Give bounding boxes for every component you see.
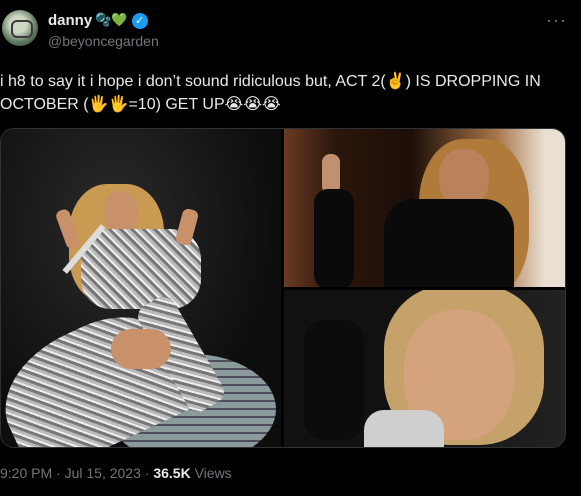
- user-avatar[interactable]: [2, 10, 38, 46]
- more-horizontal-icon[interactable]: ···: [546, 10, 567, 31]
- views-count: 36.5K: [153, 465, 191, 481]
- display-name[interactable]: danny: [48, 12, 92, 29]
- meta-separator: ·: [56, 465, 61, 481]
- peace-sign-black-outfit-photo[interactable]: [284, 129, 565, 287]
- meta-separator: ·: [144, 465, 150, 481]
- verified-badge-icon: ✓: [131, 12, 148, 29]
- peace-sign-selfie-photo[interactable]: [284, 290, 565, 447]
- tweet-time[interactable]: 9:20 PM: [0, 465, 52, 481]
- tweet-date[interactable]: Jul 15, 2023: [65, 465, 141, 481]
- views-label: Views: [194, 465, 232, 481]
- user-handle[interactable]: @beyoncegarden: [48, 33, 159, 49]
- name-emojis: 🫧💚: [95, 13, 128, 28]
- tweet-text: i h8 to say it i hope i don’t sound ridi…: [0, 73, 546, 113]
- tweet-meta: 9:20 PM · Jul 15, 2023 · 36.5K Views: [0, 465, 232, 481]
- user-name-row[interactable]: danny 🫧💚 ✓: [48, 12, 148, 29]
- tweet-media-grid: [0, 128, 566, 448]
- performer-on-disco-ball-photo[interactable]: [1, 129, 281, 447]
